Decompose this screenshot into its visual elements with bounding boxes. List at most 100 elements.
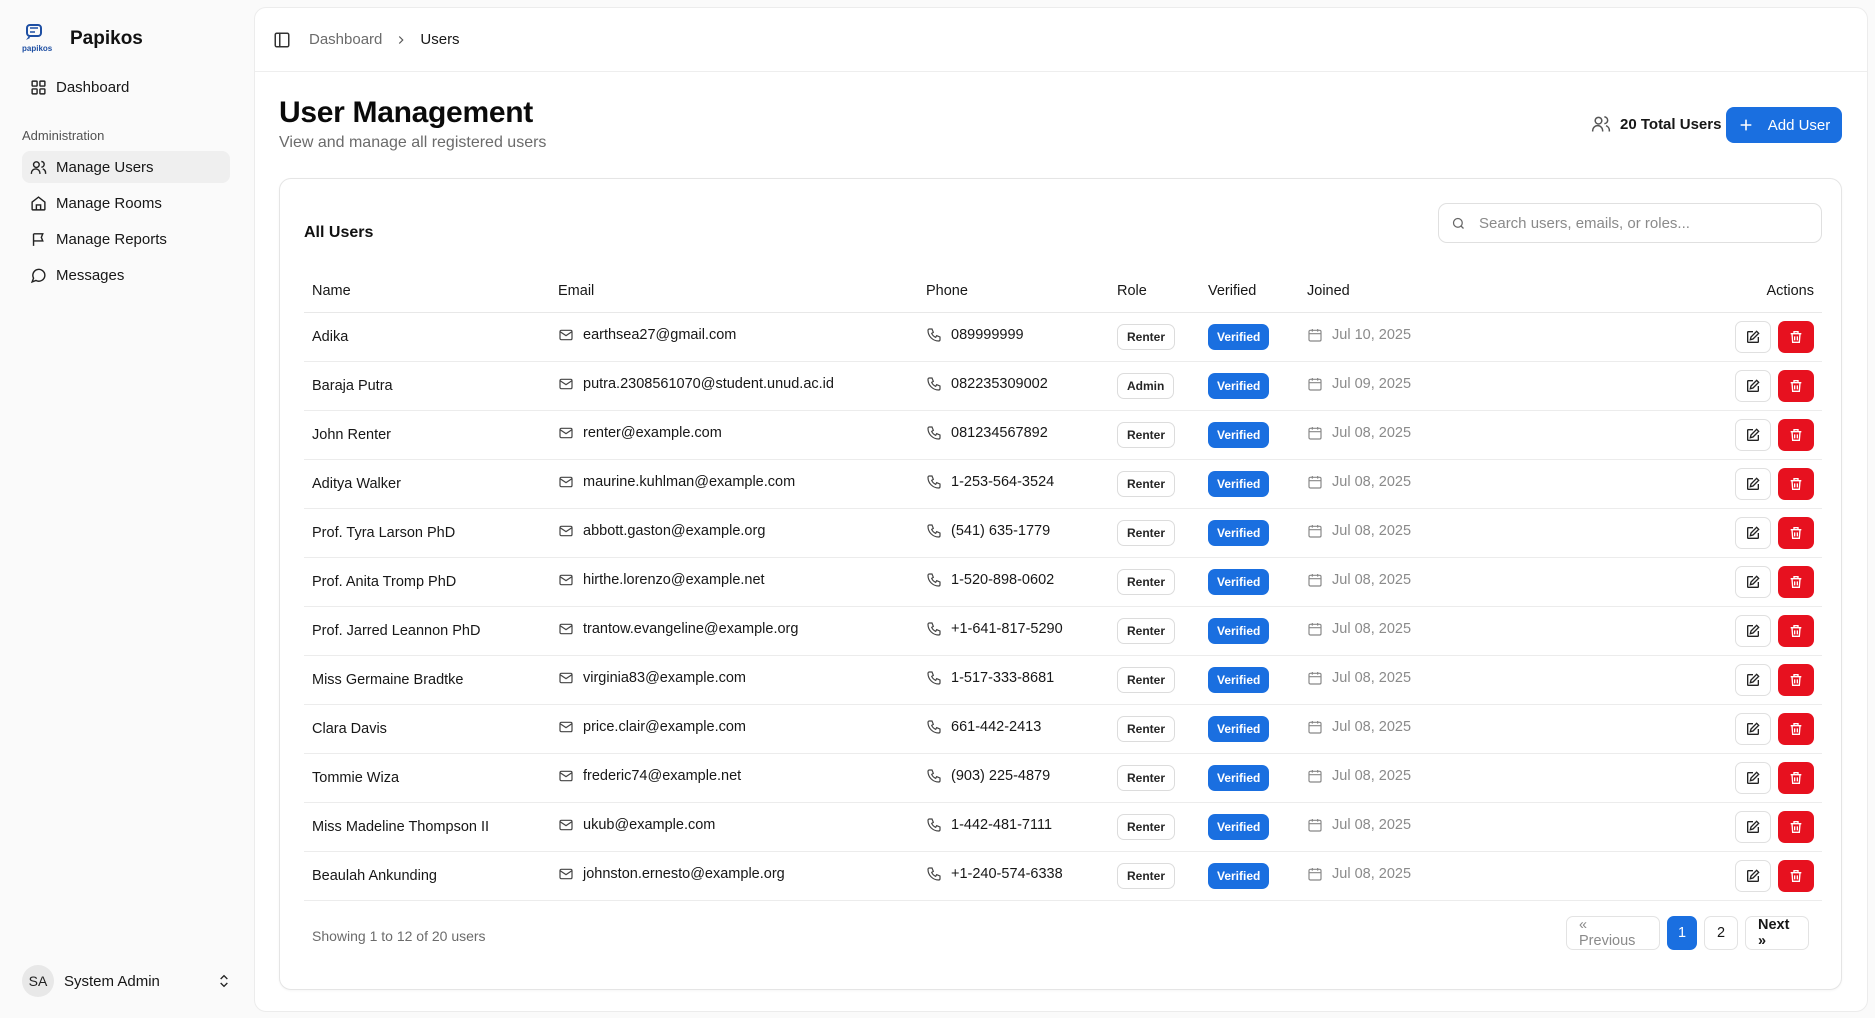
role-badge: Renter: [1117, 470, 1176, 497]
phone-icon: [927, 621, 941, 636]
user-joined: Jul 08, 2025: [1332, 473, 1412, 490]
user-name: Tommie Wiza: [312, 769, 400, 786]
user-actions-cell: [1499, 508, 1822, 558]
table-row[interactable]: Miss Madeline Thompson II ukub@example.c…: [304, 802, 1822, 852]
user-name: Aditya Walker: [312, 475, 401, 492]
column-header-phone[interactable]: Phone: [918, 271, 1109, 313]
calendar-icon: [1308, 426, 1322, 440]
user-name: System Admin: [64, 972, 160, 990]
search-box[interactable]: [1438, 203, 1822, 243]
table-row[interactable]: Adika earthsea27@gmail.com 089999999 Ren…: [304, 312, 1822, 362]
calendar-icon: [1308, 475, 1322, 489]
user-email-cell: virginia83@example.com: [550, 655, 918, 705]
next-page-button[interactable]: Next »: [1745, 916, 1809, 950]
user-name-cell: Aditya Walker: [304, 459, 550, 509]
page-button-1[interactable]: 1: [1667, 916, 1697, 950]
table-row[interactable]: Prof. Jarred Leannon PhD trantow.evangel…: [304, 606, 1822, 656]
column-header-role[interactable]: Role: [1109, 271, 1200, 313]
table-row[interactable]: John Renter renter@example.com 081234567…: [304, 410, 1822, 460]
edit-user-button[interactable]: [1735, 761, 1771, 794]
verified-badge: Verified: [1208, 862, 1270, 889]
user-joined-cell: Jul 08, 2025: [1299, 704, 1499, 754]
edit-user-button[interactable]: [1735, 663, 1771, 696]
brand[interactable]: papikos Papikos: [20, 24, 143, 54]
user-actions-cell: [1499, 851, 1822, 901]
edit-user-button[interactable]: [1735, 516, 1771, 549]
table-row[interactable]: Aditya Walker maurine.kuhlman@example.co…: [304, 459, 1822, 509]
user-email-cell: hirthe.lorenzo@example.net: [550, 557, 918, 607]
sidebar-item-manage-rooms[interactable]: Manage Rooms: [22, 187, 230, 219]
column-header-joined[interactable]: Joined: [1299, 271, 1499, 313]
mail-icon: [559, 525, 573, 536]
delete-user-button[interactable]: [1778, 418, 1814, 451]
edit-icon: [1747, 378, 1760, 392]
sidebar-item-manage-users[interactable]: Manage Users: [22, 151, 230, 183]
user-name: Baraja Putra: [312, 377, 393, 394]
delete-user-button[interactable]: [1778, 565, 1814, 598]
verified-badge: Verified: [1208, 666, 1270, 693]
user-phone-cell: 1-253-564-3524: [918, 459, 1109, 509]
table-row[interactable]: Miss Germaine Bradtke virginia83@example…: [304, 655, 1822, 705]
column-header-email[interactable]: Email: [550, 271, 918, 313]
papikos-logo: papikos: [20, 24, 56, 54]
page-button-2[interactable]: 2: [1704, 916, 1738, 950]
edit-user-button[interactable]: [1735, 712, 1771, 745]
column-header-name[interactable]: Name: [304, 271, 550, 313]
delete-user-button[interactable]: [1778, 320, 1814, 353]
delete-user-button[interactable]: [1778, 516, 1814, 549]
delete-user-button[interactable]: [1778, 712, 1814, 745]
verified-badge: Verified: [1208, 617, 1270, 644]
users-table: Name Email Phone Role Verified Joined Ac…: [304, 271, 1822, 901]
delete-user-button[interactable]: [1778, 614, 1814, 647]
sidebar-item-manage-reports[interactable]: Manage Reports: [22, 223, 230, 255]
delete-user-button[interactable]: [1778, 369, 1814, 402]
table-row[interactable]: Clara Davis price.clair@example.com 661-…: [304, 704, 1822, 754]
user-role-cell: Admin: [1109, 361, 1200, 411]
table-row[interactable]: Baraja Putra putra.2308561070@student.un…: [304, 361, 1822, 411]
user-verified-cell: Verified: [1200, 704, 1299, 754]
sidebar-toggle-icon[interactable]: [273, 31, 291, 49]
delete-user-button[interactable]: [1778, 663, 1814, 696]
delete-user-button[interactable]: [1778, 810, 1814, 843]
table-row[interactable]: Prof. Tyra Larson PhD abbott.gaston@exam…: [304, 508, 1822, 558]
nav-dashboard[interactable]: Dashboard: [22, 71, 230, 103]
add-user-button[interactable]: Add User: [1726, 107, 1842, 143]
plus-icon: [1740, 119, 1752, 131]
previous-page-button[interactable]: « Previous: [1566, 916, 1660, 950]
edit-user-button[interactable]: [1735, 810, 1771, 843]
user-joined-cell: Jul 08, 2025: [1299, 557, 1499, 607]
edit-user-button[interactable]: [1735, 467, 1771, 500]
user-phone-cell: 1-517-333-8681: [918, 655, 1109, 705]
user-email-cell: abbott.gaston@example.org: [550, 508, 918, 558]
table-row[interactable]: Prof. Anita Tromp PhD hirthe.lorenzo@exa…: [304, 557, 1822, 607]
edit-user-button[interactable]: [1735, 614, 1771, 647]
search-input[interactable]: [1479, 214, 1809, 232]
user-phone: 089999999: [951, 326, 1024, 343]
user-name: Miss Madeline Thompson II: [312, 818, 490, 835]
edit-user-button[interactable]: [1735, 418, 1771, 451]
table-row[interactable]: Tommie Wiza frederic74@example.net (903)…: [304, 753, 1822, 803]
user-email-cell: putra.2308561070@student.unud.ac.id: [550, 361, 918, 411]
edit-user-button[interactable]: [1735, 859, 1771, 892]
sidebar-item-messages[interactable]: Messages: [22, 259, 230, 291]
edit-user-button[interactable]: [1735, 369, 1771, 402]
breadcrumb-dashboard[interactable]: Dashboard: [309, 31, 382, 48]
verified-badge: Verified: [1208, 764, 1270, 791]
column-header-verified[interactable]: Verified: [1200, 271, 1299, 313]
verified-badge: Verified: [1208, 813, 1270, 840]
delete-user-button[interactable]: [1778, 761, 1814, 794]
delete-user-button[interactable]: [1778, 467, 1814, 500]
user-menu[interactable]: SA System Admin: [22, 964, 232, 998]
user-role-cell: Renter: [1109, 312, 1200, 362]
delete-user-button[interactable]: [1778, 859, 1814, 892]
user-joined-cell: Jul 08, 2025: [1299, 655, 1499, 705]
edit-user-button[interactable]: [1735, 320, 1771, 353]
edit-user-button[interactable]: [1735, 565, 1771, 598]
user-role-cell: Renter: [1109, 606, 1200, 656]
table-row[interactable]: Beaulah Ankunding johnston.ernesto@examp…: [304, 851, 1822, 901]
user-joined: Jul 08, 2025: [1332, 718, 1412, 735]
trash-icon: [1790, 526, 1802, 539]
page-subtitle: View and manage all registered users: [279, 134, 547, 151]
phone-icon: [927, 670, 941, 685]
user-email: frederic74@example.net: [583, 767, 742, 784]
